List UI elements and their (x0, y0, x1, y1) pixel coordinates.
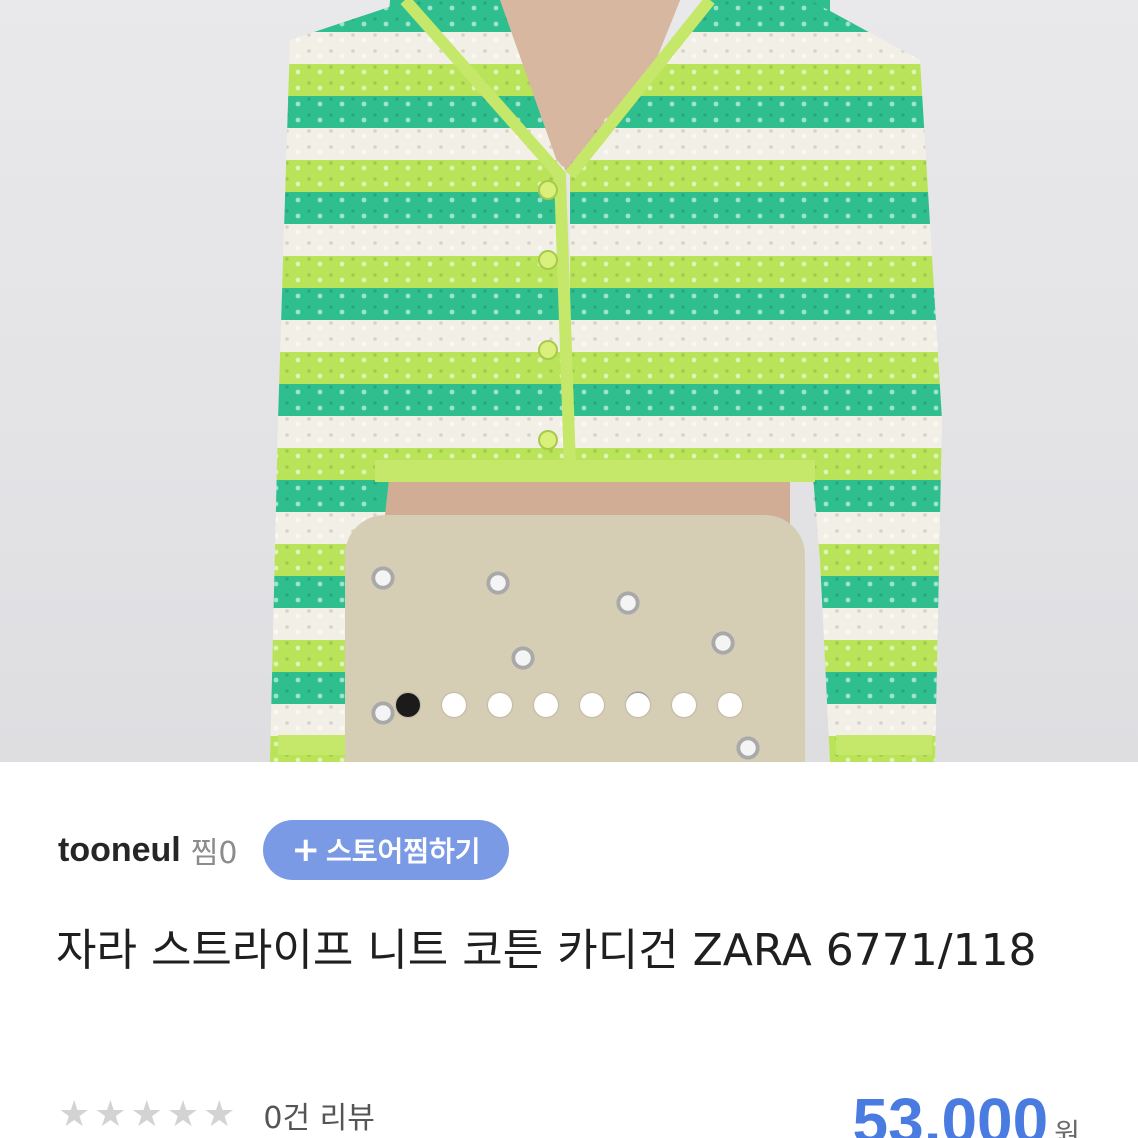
carousel-dot[interactable] (396, 693, 420, 717)
product-image[interactable] (0, 0, 1138, 762)
product-page: tooneul 찜0 + 스토어찜하기 자라 스트라이프 니트 코튼 카디건 Z… (0, 0, 1138, 1138)
price-value: 53,000 (852, 1085, 1049, 1138)
store-row: tooneul 찜0 + 스토어찜하기 (58, 820, 509, 880)
product-title: 자라 스트라이프 니트 코튼 카디건 ZARA 6771/118 (56, 925, 1037, 976)
carousel-dot[interactable] (442, 693, 466, 717)
star-icon: ★ (130, 1094, 163, 1135)
carousel-dot[interactable] (580, 693, 604, 717)
price-unit: 원 (1054, 1117, 1080, 1138)
gem-embellishment (724, 724, 772, 762)
carousel-dot[interactable] (672, 693, 696, 717)
follow-store-button[interactable]: + 스토어찜하기 (263, 820, 509, 880)
store-likes-count: 찜0 (190, 836, 238, 871)
gem-embellishment (604, 579, 652, 627)
price: 53,000 원 (852, 1084, 1080, 1138)
star-icon: ★ (203, 1094, 236, 1135)
gem-embellishment (474, 559, 522, 607)
carousel-dot[interactable] (534, 693, 558, 717)
star-icon: ★ (166, 1094, 200, 1135)
star-rating: ★ ★ ★ ★ ★ (58, 1097, 235, 1133)
review-count: 0건 리뷰 (263, 1101, 375, 1136)
store-name[interactable]: tooneul (58, 831, 181, 870)
carousel-dot[interactable] (488, 693, 512, 717)
gem-embellishment (359, 554, 407, 602)
carousel-dot[interactable] (718, 693, 742, 717)
product-info-panel: tooneul 찜0 + 스토어찜하기 자라 스트라이프 니트 코튼 카디건 Z… (0, 762, 1138, 1138)
carousel-dot[interactable] (626, 693, 650, 717)
follow-store-label: 스토어찜하기 (325, 835, 481, 868)
carousel-indicator (396, 693, 742, 717)
embellished-skirt-image (345, 515, 805, 762)
star-icon: ★ (94, 1094, 127, 1135)
review-summary[interactable]: ★ ★ ★ ★ ★ 0건 리뷰 (58, 1092, 375, 1138)
gem-embellishment (499, 634, 547, 682)
gem-embellishment (699, 619, 747, 667)
star-icon: ★ (58, 1094, 91, 1135)
plus-icon: + (291, 830, 320, 870)
